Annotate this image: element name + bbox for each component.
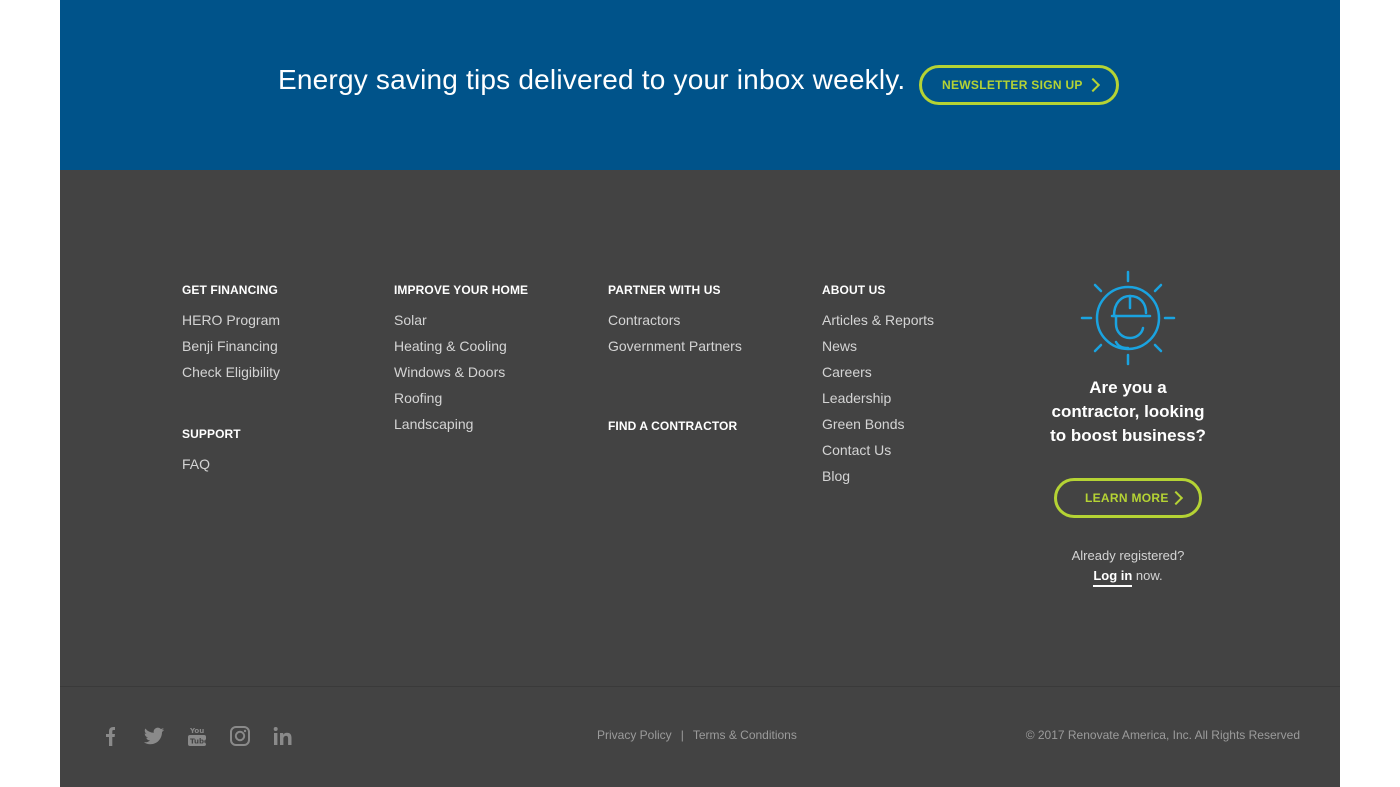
footer-bottom-bar: You Tube Privacy Policy | Terms & Condition… [60, 686, 1340, 787]
footer-link-benji-financing[interactable]: Benji Financing [182, 337, 280, 363]
footer-column-improve-home: IMPROVE YOUR HOME Solar Heating & Coolin… [394, 283, 528, 441]
instagram-icon[interactable] [229, 725, 272, 747]
login-line: Log in now. [1024, 566, 1232, 587]
twitter-icon[interactable] [143, 725, 186, 747]
svg-text:Tube: Tube [190, 738, 208, 746]
footer-link-roofing[interactable]: Roofing [394, 389, 528, 415]
site-footer: GET FINANCING HERO Program Benji Financi… [60, 170, 1340, 686]
learn-more-label: LEARN MORE [1085, 491, 1169, 505]
page: Energy saving tips delivered to your inb… [60, 0, 1340, 787]
legal-links: Privacy Policy | Terms & Conditions [597, 728, 797, 742]
newsletter-tagline: Energy saving tips delivered to your inb… [278, 64, 906, 95]
legal-separator: | [680, 728, 684, 742]
footer-link-solar[interactable]: Solar [394, 311, 528, 337]
footer-link-green-bonds[interactable]: Green Bonds [822, 415, 934, 441]
chevron-right-icon [1168, 490, 1184, 506]
newsletter-signup-label: NEWSLETTER SIGN UP [942, 78, 1083, 92]
footer-link-contractors[interactable]: Contractors [608, 311, 742, 337]
svg-text:You: You [189, 727, 204, 735]
footer-link-blog[interactable]: Blog [822, 467, 934, 493]
column-heading[interactable]: SUPPORT [182, 427, 280, 441]
login-link[interactable]: Log in [1093, 568, 1133, 587]
pitch-line: Are you a [1089, 378, 1167, 397]
pitch-line: to boost business? [1050, 426, 1206, 445]
footer-link-landscaping[interactable]: Landscaping [394, 415, 528, 441]
column-heading: ABOUT US [822, 283, 886, 297]
newsletter-banner: Energy saving tips delivered to your inb… [60, 0, 1340, 170]
footer-link-windows-doors[interactable]: Windows & Doors [394, 363, 528, 389]
facebook-icon[interactable] [100, 725, 143, 747]
footer-link-hero-program[interactable]: HERO Program [182, 311, 280, 337]
chevron-right-icon [1085, 77, 1101, 93]
newsletter-signup-button[interactable]: NEWSLETTER SIGN UP [919, 65, 1119, 105]
contractor-helmet-icon [1080, 270, 1176, 366]
youtube-icon[interactable]: You Tube [186, 725, 229, 747]
link-list: HERO Program Benji Financing Check Eligi… [182, 311, 280, 389]
link-list: Solar Heating & Cooling Windows & Doors … [394, 311, 528, 441]
footer-link-careers[interactable]: Careers [822, 363, 934, 389]
footer-link-leadership[interactable]: Leadership [822, 389, 934, 415]
footer-link-heating-cooling[interactable]: Heating & Cooling [394, 337, 528, 363]
learn-more-button[interactable]: LEARN MORE [1054, 478, 1202, 518]
footer-link-government-partners[interactable]: Government Partners [608, 337, 742, 363]
link-list: Contractors Government Partners [608, 311, 742, 363]
privacy-policy-link[interactable]: Privacy Policy [597, 728, 672, 742]
footer-link-faq[interactable]: FAQ [182, 455, 280, 481]
footer-link-news[interactable]: News [822, 337, 934, 363]
footer-column-about: ABOUT US Articles & Reports News Careers… [822, 283, 934, 493]
footer-link-check-eligibility[interactable]: Check Eligibility [182, 363, 280, 389]
column-heading: IMPROVE YOUR HOME [394, 283, 529, 297]
column-heading: GET FINANCING [182, 283, 278, 297]
login-suffix: now. [1132, 568, 1163, 583]
column-heading: PARTNER WITH US [608, 283, 721, 297]
footer-link-contact-us[interactable]: Contact Us [822, 441, 934, 467]
footer-link-articles-reports[interactable]: Articles & Reports [822, 311, 934, 337]
contractor-callout: Are you a contractor, looking to boost b… [1024, 270, 1232, 587]
copyright-text: © 2017 Renovate America, Inc. All Rights… [1025, 728, 1300, 742]
already-registered-text: Already registered? [1071, 548, 1185, 563]
footer-column-get-financing: GET FINANCING HERO Program Benji Financi… [182, 283, 280, 481]
find-contractor-link[interactable]: FIND A CONTRACTOR [608, 419, 742, 433]
link-list: FAQ [182, 455, 280, 481]
social-links: You Tube [100, 725, 315, 747]
footer-column-partner: PARTNER WITH US Contractors Government P… [608, 283, 742, 433]
support-section: SUPPORT FAQ [182, 427, 280, 481]
terms-conditions-link[interactable]: Terms & Conditions [693, 728, 797, 742]
link-list: Articles & Reports News Careers Leadersh… [822, 311, 934, 493]
pitch-line: contractor, looking [1051, 402, 1205, 421]
contractor-pitch: Are you a contractor, looking to boost b… [1024, 376, 1232, 448]
linkedin-icon[interactable] [272, 725, 315, 747]
